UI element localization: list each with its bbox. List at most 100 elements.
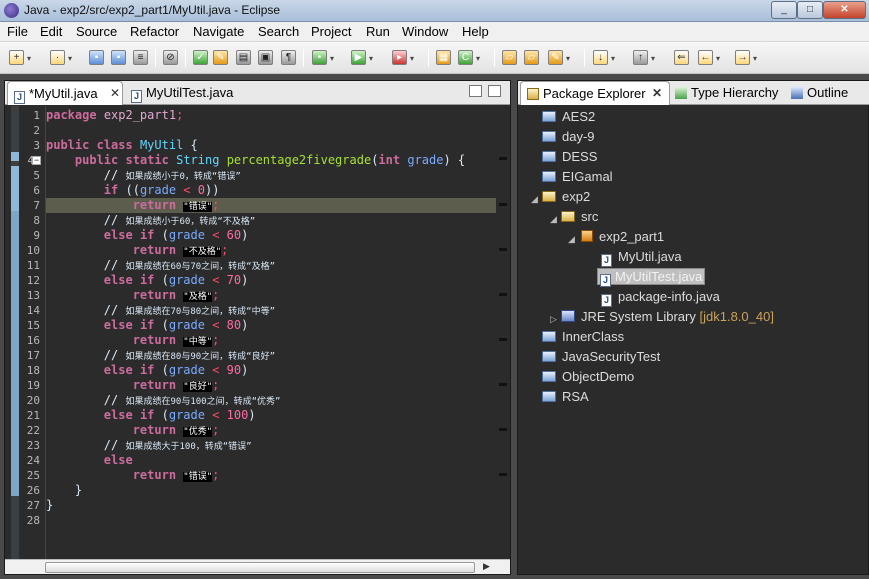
overview-ruler[interactable] [496, 106, 510, 574]
overview-marker[interactable] [499, 293, 507, 296]
new-dropdown-icon[interactable]: ▾ [27, 54, 31, 63]
code-line: else if (grade < 100) [103, 408, 256, 422]
minimize-view-icon[interactable] [469, 85, 482, 97]
last-edit-icon[interactable]: ⇐ [674, 50, 689, 65]
menu-search[interactable]: Search [258, 24, 299, 39]
new-file-icon[interactable]: · [50, 50, 65, 65]
tree-item-innerclass[interactable]: InnerClass [542, 328, 624, 346]
overview-marker[interactable] [499, 428, 507, 431]
skip-breakpoints-icon[interactable]: ⊘ [163, 50, 178, 65]
annotation-icon[interactable]: ↓ [593, 50, 608, 65]
tree-item-day9[interactable]: day-9 [542, 128, 595, 146]
toggle-breadcrumb-icon[interactable]: ▤ [236, 50, 251, 65]
fold-toggle-icon[interactable]: − [32, 156, 41, 165]
tree-item-rsa[interactable]: RSA [542, 388, 589, 406]
overview-marker[interactable] [499, 338, 507, 341]
new-icon[interactable]: + [9, 50, 24, 65]
menu-refactor[interactable]: Refactor [130, 24, 179, 39]
tree-item-package-info-java[interactable]: Jpackage-info.java [601, 288, 720, 307]
search-dropdown-icon[interactable]: ▾ [566, 54, 570, 63]
close-tab-icon[interactable]: ✕ [652, 86, 662, 100]
expand-toggle-icon[interactable]: ◢ [531, 194, 538, 205]
overview-marker[interactable] [499, 383, 507, 386]
external-tools-dropdown-icon[interactable]: ▾ [410, 54, 414, 63]
block-selection-icon[interactable]: ▣ [258, 50, 273, 65]
scrollbar-thumb[interactable] [45, 562, 475, 573]
open-resource-icon[interactable]: ▱ [524, 50, 539, 65]
menu-run[interactable]: Run [366, 24, 390, 39]
overview-marker[interactable] [499, 157, 507, 160]
open-type-icon[interactable]: ▱ [502, 50, 517, 65]
tab-type-hierarchy[interactable]: Type Hierarchy [673, 81, 787, 105]
save-icon[interactable]: ▪ [89, 50, 104, 65]
forward-icon[interactable]: → [735, 50, 750, 65]
run-dropdown-icon[interactable]: ▾ [369, 54, 373, 63]
show-whitespace-icon[interactable]: ¶ [281, 50, 296, 65]
tree-item-aes2[interactable]: AES2 [542, 108, 595, 126]
code-line: return "及格"; [132, 288, 220, 302]
collapse-toggle-icon[interactable]: ▷ [550, 314, 557, 325]
tree-item-jre-library[interactable]: JRE System Library [jdk1.8.0_40] [561, 308, 774, 326]
new-file-dropdown-icon[interactable]: ▾ [68, 54, 72, 63]
run-icon[interactable]: ▶ [351, 50, 366, 65]
close-button[interactable]: ✕ [823, 1, 866, 19]
tree-item-dess[interactable]: DESS [542, 148, 597, 166]
maximize-button[interactable]: □ [797, 1, 823, 19]
scroll-right-icon[interactable]: ▶ [483, 561, 490, 572]
line-number: 21 [26, 409, 40, 422]
overview-marker[interactable] [499, 473, 507, 476]
tree-item-myutiltest-java[interactable]: J MyUtilTest.java [597, 268, 706, 287]
code-editor[interactable]: 1 2 3 4 − 5 6 7 8 9 10 11 12 13 14 15 16… [5, 106, 510, 574]
print-icon[interactable]: ≡ [133, 50, 148, 65]
tree-item-eigamal[interactable]: EIGamal [542, 168, 613, 186]
tree-item-exp2-part1[interactable]: exp2_part1 [581, 228, 664, 246]
search-icon[interactable]: ✎ [548, 50, 563, 65]
menu-file[interactable]: File [7, 24, 28, 39]
new-java-project-icon[interactable]: ▦ [436, 50, 451, 65]
project-folder-icon [542, 111, 556, 122]
menu-navigate[interactable]: Navigate [193, 24, 244, 39]
overview-marker[interactable] [499, 248, 507, 251]
forward-dropdown-icon[interactable]: ▾ [753, 54, 757, 63]
prev-annotation-icon[interactable]: ↑ [633, 50, 648, 65]
menu-help[interactable]: Help [462, 24, 489, 39]
toggle-mark-icon[interactable]: ✓ [193, 50, 208, 65]
highlight-icon[interactable]: ✎ [213, 50, 228, 65]
tree-item-exp2[interactable]: exp2 [542, 188, 590, 206]
menu-edit[interactable]: Edit [40, 24, 62, 39]
horizontal-scrollbar[interactable]: ◀ ▶ [5, 559, 510, 574]
overview-marker[interactable] [499, 203, 507, 206]
external-tools-icon[interactable]: ▸ [392, 50, 407, 65]
editor-tab-bar: J *MyUtil.java ✕ J MyUtilTest.java [5, 81, 510, 105]
minimize-button[interactable]: _ [771, 1, 797, 19]
code-line: else if (grade < 90) [103, 363, 249, 377]
code-text[interactable]: package exp2_part1; public class MyUtil … [45, 106, 497, 574]
save-all-icon[interactable]: ▪ [111, 50, 126, 65]
window-title: Java - exp2/src/exp2_part1/MyUtil.java -… [24, 3, 281, 17]
prev-annotation-dropdown-icon[interactable]: ▾ [651, 54, 655, 63]
tree-item-myutil-java[interactable]: J MyUtil.java [601, 248, 682, 267]
code-line: else if (grade < 60) [103, 228, 249, 242]
close-tab-icon[interactable]: ✕ [110, 86, 120, 100]
debug-dropdown-icon[interactable]: ▾ [330, 54, 334, 63]
tab-myutiltest-java[interactable]: J MyUtilTest.java [125, 81, 245, 105]
menu-source[interactable]: Source [76, 24, 117, 39]
tree-item-javasecuritytest[interactable]: JavaSecurityTest [542, 348, 660, 366]
line-number: 8 [33, 214, 40, 227]
new-class-icon[interactable]: C [458, 50, 473, 65]
annotation-dropdown-icon[interactable]: ▾ [611, 54, 615, 63]
menu-project[interactable]: Project [311, 24, 351, 39]
expand-toggle-icon[interactable]: ◢ [568, 234, 575, 245]
tree-item-objectdemo[interactable]: ObjectDemo [542, 368, 634, 386]
new-class-dropdown-icon[interactable]: ▾ [476, 54, 480, 63]
back-icon[interactable]: ← [698, 50, 713, 65]
debug-icon[interactable]: • [312, 50, 327, 65]
tab-outline[interactable]: Outline [789, 81, 869, 105]
back-dropdown-icon[interactable]: ▾ [716, 54, 720, 63]
tab-package-explorer[interactable]: Package Explorer ✕ [520, 81, 670, 105]
tab-myutil-java[interactable]: J *MyUtil.java ✕ [7, 81, 123, 105]
menu-window[interactable]: Window [402, 24, 448, 39]
expand-toggle-icon[interactable]: ◢ [550, 214, 557, 225]
maximize-view-icon[interactable] [488, 85, 501, 97]
tree-item-src[interactable]: src [561, 208, 598, 226]
